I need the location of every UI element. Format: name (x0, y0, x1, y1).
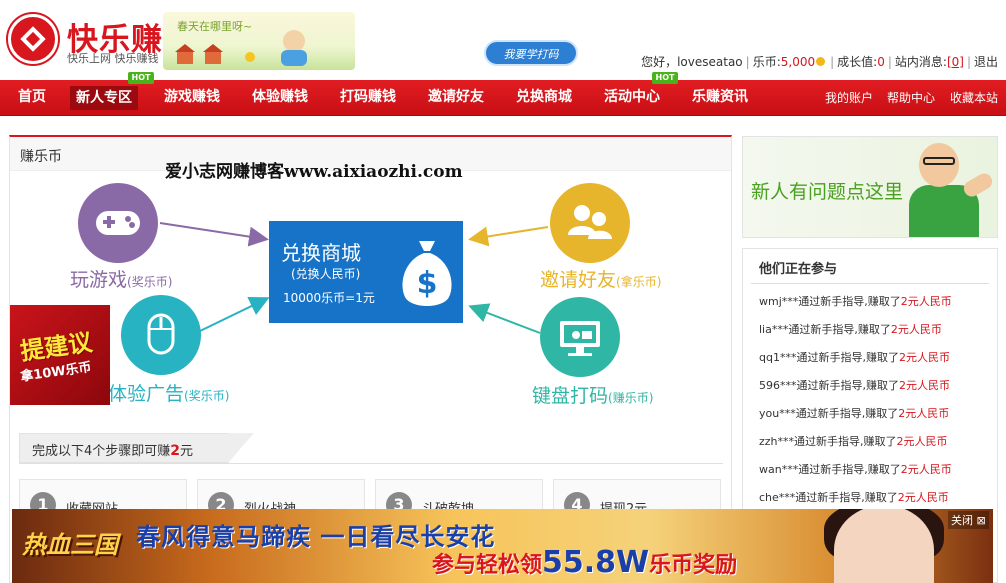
nav-item-typing[interactable]: 打码赚钱 (340, 80, 396, 116)
nav-item-news[interactable]: 乐赚资讯 (692, 80, 748, 116)
main-nav: 首页 新人专区 HOT 游戏赚钱 体验赚钱 打码赚钱 邀请好友 兑换商城 活动中… (0, 72, 1006, 116)
nav-item-experience[interactable]: 体验赚钱 (252, 80, 308, 116)
keyboard-typing-circle[interactable] (540, 297, 620, 377)
experience-ads-circle[interactable] (121, 295, 201, 375)
site-slogan: 快乐上网 快乐赚钱 (67, 52, 159, 65)
steps-intro-suffix: 元 (180, 444, 194, 459)
invite-friends-circle[interactable] (550, 183, 630, 263)
ad-close-button[interactable]: 关闭 ⊠ (948, 511, 989, 529)
header: 快乐赚 快乐上网 快乐赚钱 春天在哪里呀~ 我要学打码 您好，loveseata… (0, 0, 1006, 80)
hot-badge: HOT (128, 72, 154, 84)
steps-intro-amount: 2 (170, 443, 181, 459)
nav-item-newbie[interactable]: 新人专区 HOT (70, 72, 154, 110)
suggestion-badge[interactable]: 提建议 拿10W乐币 (10, 305, 110, 405)
list-item: zzh***通过新手指导,赚取了2元人民币 (759, 435, 948, 448)
banner-text: 春天在哪里呀~ (177, 20, 253, 33)
nav-item-games[interactable]: 游戏赚钱 (164, 80, 220, 116)
spring-banner: 春天在哪里呀~ (163, 12, 355, 70)
moneybag-icon: $ (402, 241, 452, 306)
messages-label: 站内消息: (894, 55, 947, 69)
flower-icon (245, 52, 255, 62)
coins-value: 5,000 (780, 54, 816, 69)
close-icon: ⊠ (976, 514, 986, 527)
svg-text:$: $ (417, 266, 438, 301)
game-ad-banner[interactable]: 热血三国 春风得意马蹄疾 一日看尽长安花 参与轻松领55.8W乐币奖励 关闭 ⊠ (12, 509, 993, 583)
ad-game-logo: 热血三国 (22, 531, 118, 559)
list-item: wan***通过新手指导,赚取了2元人民币 (759, 463, 952, 476)
nav-item-shop[interactable]: 兑换商城 (516, 80, 572, 116)
play-games-label[interactable]: 玩游戏(奖乐币) (70, 265, 172, 292)
play-games-circle[interactable] (78, 183, 158, 263)
growth-label: 成长值: (837, 55, 878, 69)
list-item: che***通过新手指导,赚取了2元人民币 (759, 491, 949, 504)
newbie-help-banner[interactable]: 新人有问题点这里 (742, 136, 998, 238)
man-illustration (919, 143, 959, 187)
nav-item-home[interactable]: 首页 (18, 80, 46, 116)
logo-diamond-icon[interactable] (8, 14, 58, 64)
users-icon (568, 205, 612, 239)
growth-value: 0 (877, 54, 885, 69)
monitor-icon (560, 321, 600, 356)
exchange-title: 兑换商城 (281, 241, 361, 265)
list-item: lia***通过新手指导,赚取了2元人民币 (759, 323, 942, 336)
ad-reward-line: 参与轻松领55.8W乐币奖励 (432, 545, 738, 580)
coin-icon (816, 57, 826, 66)
nav-my-account[interactable]: 我的账户 (825, 80, 873, 116)
nav-help-center[interactable]: 帮助中心 (887, 80, 935, 116)
activity-title: 他们正在参与 (759, 262, 838, 277)
nav-bookmark[interactable]: 收藏本站 (950, 80, 998, 116)
list-item: qq1***通过新手指导,赚取了2元人民币 (759, 351, 950, 364)
learn-typing-button[interactable]: 我要学打码 (484, 40, 578, 66)
experience-ads-label[interactable]: 体验广告(奖乐币) (108, 379, 229, 406)
newbie-help-text: 新人有问题点这里 (751, 181, 904, 203)
coins-label: 乐币: (752, 55, 781, 69)
nav-item-invite[interactable]: 邀请好友 (428, 80, 484, 116)
exchange-subtitle: (兑换人民币) (291, 267, 361, 281)
mouse-icon (147, 313, 175, 355)
exchange-rate: 10000乐币=1元 (283, 291, 375, 305)
exchange-shop-box[interactable]: 兑换商城 (兑换人民币) 10000乐币=1元 $ (269, 221, 463, 323)
child-illustration (283, 30, 305, 52)
gamepad-icon (96, 211, 140, 235)
invite-friends-label[interactable]: 邀请好友(拿乐币) (540, 265, 661, 292)
list-item: wmj***通过新手指导,赚取了2元人民币 (759, 295, 952, 308)
messages-link[interactable]: [0] (947, 55, 964, 69)
list-item: 596***通过新手指导,赚取了2元人民币 (759, 379, 950, 392)
glasses-icon (923, 157, 955, 165)
list-item: you***通过新手指导,赚取了2元人民币 (759, 407, 950, 420)
user-bar: 您好，loveseatao | 乐币: 5,000 | 成长值: 0 | 站内消… (641, 53, 998, 70)
logout-link[interactable]: 退出 (974, 53, 998, 70)
hot-badge: HOT (652, 72, 678, 84)
ad-character-illustration (834, 509, 934, 583)
keyboard-typing-label[interactable]: 键盘打码(赚乐币) (532, 381, 653, 408)
steps-tab: 完成以下4个步骤即可赚2元 (19, 433, 254, 463)
steps-intro-prefix: 完成以下4个步骤即可赚 (32, 444, 171, 459)
user-greeting: 您好，loveseatao (641, 55, 743, 69)
nav-item-events[interactable]: 活动中心 HOT (604, 72, 678, 116)
